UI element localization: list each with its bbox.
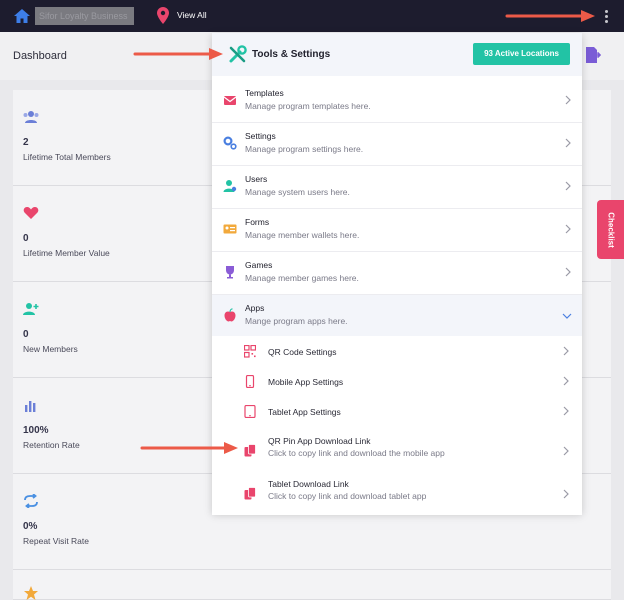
location-pin-icon: [157, 7, 169, 24]
menu-item-title: Templates: [245, 88, 284, 98]
submenu-item-qr-pin-app-download-link[interactable]: QR Pin App Download Link Click to copy l…: [212, 430, 582, 472]
tools-icon: [229, 45, 247, 63]
menu-item-settings[interactable]: Settings Manage program settings here.: [212, 123, 582, 166]
annotation-arrow-kebab: [505, 10, 595, 22]
menu-item-apps[interactable]: Apps Mange program apps here.: [212, 295, 582, 338]
chevron-right-icon: [565, 95, 571, 105]
submenu-item-title: Mobile App Settings: [268, 377, 344, 387]
menu-item-desc: Manage system users here.: [245, 187, 350, 197]
chevron-right-icon: [565, 138, 571, 148]
export-icon[interactable]: [585, 46, 601, 64]
bar-chart-icon: [25, 401, 36, 412]
menu-item-templates[interactable]: Templates Manage program templates here.: [212, 80, 582, 123]
submenu-item-tablet-app-settings[interactable]: Tablet App Settings: [212, 396, 582, 426]
copy-icon: [244, 444, 256, 457]
chevron-right-icon: [565, 224, 571, 234]
gears-icon: [223, 136, 237, 150]
stat-value: 100%: [23, 425, 49, 436]
menu-item-desc: Manage member wallets here.: [245, 230, 360, 240]
view-all-link[interactable]: View All: [177, 10, 207, 20]
menu-item-title: Users: [245, 174, 268, 184]
submenu-item-mobile-app-settings[interactable]: Mobile App Settings: [212, 366, 582, 396]
menu-item-title: Games: [245, 260, 273, 270]
annotation-arrow-qr-pin: [140, 442, 238, 454]
chevron-down-icon: [562, 313, 572, 319]
home-icon[interactable]: [13, 7, 31, 25]
tools-settings-dropdown: Tools & Settings 93 Active Locations Tem…: [212, 33, 582, 515]
copy-icon: [244, 487, 256, 500]
menu-item-desc: Manage program settings here.: [245, 144, 364, 154]
menu-item-users[interactable]: Users Manage system users here.: [212, 166, 582, 209]
chevron-right-icon: [563, 376, 569, 386]
menu-item-desc: Manage program templates here.: [245, 101, 371, 111]
chevron-right-icon: [563, 406, 569, 416]
active-locations-badge[interactable]: 93 Active Locations: [473, 43, 570, 65]
chevron-right-icon: [563, 346, 569, 356]
menu-item-title: Settings: [245, 131, 276, 141]
users-icon: [23, 111, 39, 123]
menu-item-title: Apps: [245, 303, 265, 313]
heart-icon: [23, 206, 39, 219]
chevron-right-icon: [565, 267, 571, 277]
tablet-icon: [244, 405, 256, 418]
stat-value: 2: [23, 137, 29, 148]
stat-label: Retention Rate: [23, 440, 80, 450]
submenu-item-qr-code-settings[interactable]: QR Code Settings: [212, 336, 582, 366]
star-icon: [24, 586, 38, 600]
apple-icon: [224, 308, 236, 322]
submenu-item-title: QR Code Settings: [268, 347, 337, 357]
annotation-arrow-tools: [133, 48, 223, 60]
submenu-item-title: Tablet Download Link: [268, 479, 349, 489]
chevron-right-icon: [563, 446, 569, 456]
dropdown-header: Tools & Settings 93 Active Locations: [212, 33, 582, 76]
stat-label: Repeat Visit Rate: [23, 536, 89, 546]
page-title: Dashboard: [13, 50, 67, 62]
checklist-label: Checklist: [606, 211, 615, 248]
submenu-item-tablet-download-link[interactable]: Tablet Download Link Click to copy link …: [212, 473, 582, 515]
add-user-icon: [23, 303, 39, 315]
stat-card-partial: [13, 570, 611, 600]
repeat-icon: [24, 494, 38, 508]
stat-value: 0: [23, 329, 29, 340]
user-icon: [223, 180, 237, 192]
dropdown-title: Tools & Settings: [252, 49, 331, 60]
chevron-right-icon: [563, 489, 569, 499]
envelope-icon: [223, 96, 237, 105]
stat-label: Lifetime Member Value: [23, 248, 110, 258]
id-card-icon: [223, 224, 237, 234]
submenu-item-desc: Click to copy link and download the mobi…: [268, 448, 445, 458]
submenu-item-title: QR Pin App Download Link: [268, 436, 371, 446]
submenu-item-desc: Click to copy link and download tablet a…: [268, 491, 427, 501]
stat-label: New Members: [23, 344, 78, 354]
qr-code-icon: [244, 345, 256, 358]
trophy-icon: [226, 266, 234, 279]
stat-label: Lifetime Total Members: [23, 152, 111, 162]
business-selector[interactable]: Sifor Loyalty Business: [35, 7, 134, 25]
menu-item-forms[interactable]: Forms Manage member wallets here.: [212, 209, 582, 252]
stat-value: 0: [23, 233, 29, 244]
mobile-icon: [245, 375, 255, 388]
stat-value: 0%: [23, 521, 38, 532]
submenu-item-title: Tablet App Settings: [268, 407, 341, 417]
menu-item-title: Forms: [245, 217, 270, 227]
menu-item-games[interactable]: Games Manage member games here.: [212, 252, 582, 295]
chevron-right-icon: [565, 181, 571, 191]
kebab-menu-icon[interactable]: [599, 8, 613, 26]
menu-item-desc: Mange program apps here.: [245, 316, 348, 326]
menu-item-desc: Manage member games here.: [245, 273, 359, 283]
checklist-tab[interactable]: Checklist: [597, 200, 624, 259]
